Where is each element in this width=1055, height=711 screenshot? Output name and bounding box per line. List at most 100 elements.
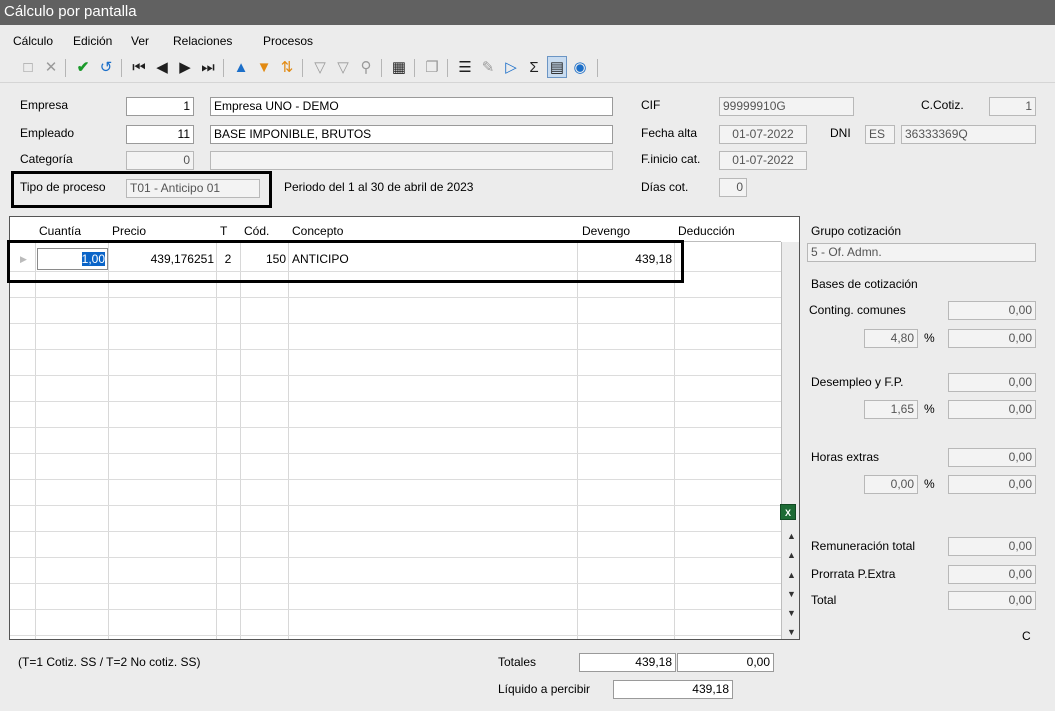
conting-pct-symbol: %	[924, 331, 935, 345]
categoria-name-field	[210, 151, 613, 170]
table-icon[interactable]: ▦	[389, 56, 409, 78]
empleado-code-field[interactable]: 11	[126, 125, 194, 144]
dni-country-field: ES	[865, 125, 895, 144]
liquido-label: Líquido a percibir	[498, 682, 591, 696]
prorrata-label: Prorrata P.Extra	[811, 567, 896, 581]
col-cuantia[interactable]: Cuantía	[36, 217, 82, 241]
move-down-icon[interactable]: ▼	[254, 56, 274, 78]
empresa-code-field[interactable]: 1	[126, 97, 194, 116]
empleado-name-field[interactable]: BASE IMPONIBLE, BRUTOS	[210, 125, 613, 144]
last-record-icon[interactable]: ⏭	[198, 56, 218, 78]
preview-icon[interactable]: ◉	[570, 56, 590, 78]
totales-devengo-field: 439,18	[579, 653, 676, 672]
c-indicator: C	[1022, 629, 1031, 643]
scroll-bottom-icon[interactable]: ▼	[785, 624, 798, 639]
grupo-label: Grupo cotización	[811, 224, 902, 238]
scroll-top-icon[interactable]: ▲	[785, 528, 798, 544]
remuneracion-label: Remuneración total	[811, 539, 916, 553]
col-cod[interactable]: Cód.	[241, 217, 270, 241]
fecha-alta-field: 01-07-2022	[719, 125, 807, 144]
categoria-code-field: 0	[126, 151, 194, 170]
horas-label: Horas extras	[811, 450, 880, 464]
conting-pct-value-field: 0,00	[948, 329, 1036, 348]
scroll-page-down-icon[interactable]: ▼	[785, 605, 798, 621]
menu-calculo[interactable]: Cálculo	[13, 34, 53, 48]
dni-label: DNI	[830, 126, 851, 140]
horas-pct-value-field: 0,00	[948, 475, 1036, 494]
cif-field: 99999910G	[719, 97, 854, 116]
grid-scrollbar[interactable]: ▲ ▲ ▲ ▼ ▼ ▼	[782, 242, 799, 639]
edit-icon[interactable]: ✎	[478, 56, 498, 78]
col-devengo[interactable]: Devengo	[579, 217, 631, 241]
desempleo-field: 0,00	[948, 373, 1036, 392]
col-deduccion[interactable]: Deducción	[675, 217, 735, 241]
categoria-label: Categoría	[20, 152, 73, 166]
empresa-label: Empresa	[20, 98, 69, 112]
clear-filter-icon[interactable]: ▽	[333, 56, 353, 78]
dias-label: Días cot.	[641, 180, 689, 194]
ccotiz-label: C.Cotiz.	[921, 98, 964, 112]
prorrata-field: 0,00	[948, 565, 1036, 584]
total-label: Total	[811, 593, 837, 607]
horas-pct-symbol: %	[924, 477, 935, 491]
delete-icon[interactable]: ✕	[41, 56, 61, 78]
horas-field: 0,00	[948, 448, 1036, 467]
menu-relaciones[interactable]: Relaciones	[173, 34, 232, 48]
import-icon[interactable]: ▷	[501, 56, 521, 78]
ccotiz-field: 1	[989, 97, 1036, 116]
move-up-icon[interactable]: ▲	[231, 56, 251, 78]
new-icon[interactable]: □	[18, 56, 38, 78]
col-precio[interactable]: Precio	[109, 217, 147, 241]
window-title: Cálculo por pantalla	[0, 0, 1055, 25]
total-field: 0,00	[948, 591, 1036, 610]
search-icon[interactable]: ⚲	[356, 56, 376, 78]
desempleo-pct-field: 1,65	[864, 400, 918, 419]
menu-ver[interactable]: Ver	[131, 34, 149, 48]
copy-icon[interactable]: ❐	[422, 56, 442, 78]
next-record-icon[interactable]: ▶	[175, 56, 195, 78]
sort-icon[interactable]: ⇅	[277, 56, 297, 78]
dni-field: 36333369Q	[901, 125, 1036, 144]
conting-pct-field: 4,80	[864, 329, 918, 348]
periodo-text: Periodo del 1 al 30 de abril de 2023	[284, 180, 474, 194]
tipo-proceso-highlight	[11, 171, 272, 208]
cif-label: CIF	[641, 98, 661, 112]
totales-label: Totales	[498, 655, 537, 669]
menu-bar: Cálculo Edición Ver Relaciones Procesos	[0, 31, 1055, 53]
first-record-icon[interactable]: ⏮	[129, 56, 149, 78]
scroll-page-up-icon[interactable]: ▲	[785, 547, 798, 563]
row-highlight	[7, 240, 684, 283]
menu-procesos[interactable]: Procesos	[263, 34, 313, 48]
confirm-icon[interactable]: ✔	[73, 56, 93, 78]
empleado-label: Empleado	[20, 126, 75, 140]
conting-label: Conting. comunes	[809, 303, 906, 317]
conting-field: 0,00	[948, 301, 1036, 320]
liquido-field: 439,18	[613, 680, 733, 699]
bases-label: Bases de cotización	[811, 277, 918, 291]
empresa-name-field[interactable]: Empresa UNO - DEMO	[210, 97, 613, 116]
grupo-field: 5 - Of. Admn.	[807, 243, 1036, 262]
col-t[interactable]: T	[217, 217, 228, 241]
scroll-up-icon[interactable]: ▲	[785, 567, 798, 583]
prev-record-icon[interactable]: ◀	[152, 56, 172, 78]
fecha-alta-label: Fecha alta	[641, 126, 698, 140]
desempleo-pct-symbol: %	[924, 402, 935, 416]
finicio-label: F.inicio cat.	[641, 152, 701, 166]
col-concepto[interactable]: Concepto	[289, 217, 344, 241]
filter-icon[interactable]: ▽	[310, 56, 330, 78]
legend-text: (T=1 Cotiz. SS / T=2 No cotiz. SS)	[18, 655, 201, 669]
excel-export-icon[interactable]: X	[780, 504, 796, 520]
scroll-down-icon[interactable]: ▼	[785, 586, 798, 602]
undo-icon[interactable]: ↺	[96, 56, 116, 78]
notes-icon[interactable]: ▤	[547, 56, 567, 78]
totales-deduccion-field: 0,00	[677, 653, 774, 672]
dias-field: 0	[719, 178, 747, 197]
remuneracion-field: 0,00	[948, 537, 1036, 556]
sum-icon[interactable]: Σ	[524, 56, 544, 78]
finicio-field: 01-07-2022	[719, 151, 807, 170]
desempleo-pct-value-field: 0,00	[948, 400, 1036, 419]
desempleo-label: Desempleo y F.P.	[811, 375, 904, 389]
menu-edicion[interactable]: Edición	[73, 34, 112, 48]
list-icon[interactable]: ☰	[455, 56, 475, 78]
toolbar: □ ✕ ✔ ↺ ⏮ ◀ ▶ ⏭ ▲ ▼ ⇅ ▽ ▽ ⚲ ▦ ❐ ☰ ✎ ▷ Σ …	[0, 54, 1055, 80]
